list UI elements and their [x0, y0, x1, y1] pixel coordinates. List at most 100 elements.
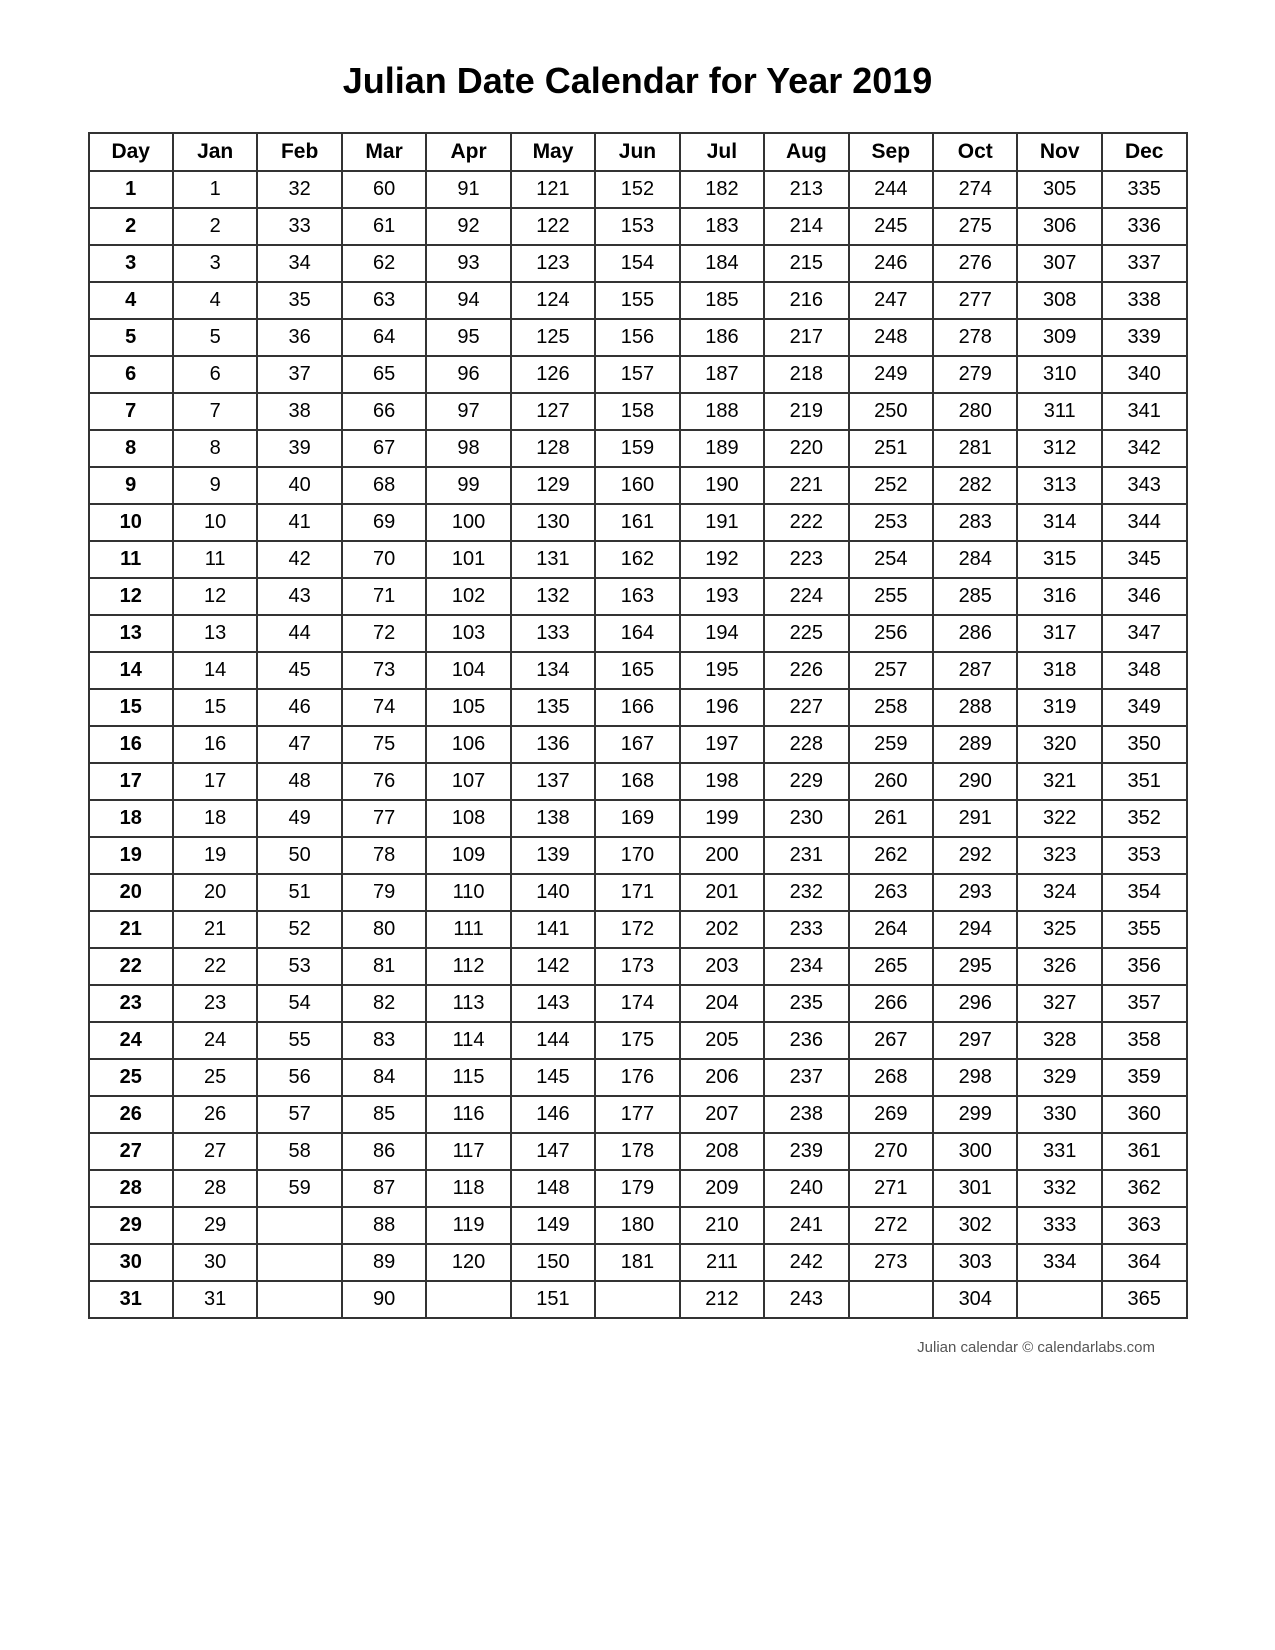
cell-feb: 59	[257, 1170, 341, 1207]
cell-sep	[849, 1281, 933, 1318]
cell-feb	[257, 1207, 341, 1244]
cell-jul: 197	[680, 726, 764, 763]
cell-jul: 196	[680, 689, 764, 726]
cell-feb	[257, 1244, 341, 1281]
table-row: 313190151212243304365	[89, 1281, 1187, 1318]
table-row: 24245583114144175205236267297328358	[89, 1022, 1187, 1059]
cell-aug: 224	[764, 578, 848, 615]
cell-oct: 280	[933, 393, 1017, 430]
cell-jun: 160	[595, 467, 679, 504]
cell-aug: 230	[764, 800, 848, 837]
table-row: 12124371102132163193224255285316346	[89, 578, 1187, 615]
cell-oct: 281	[933, 430, 1017, 467]
cell-nov: 323	[1017, 837, 1101, 874]
cell-jul: 183	[680, 208, 764, 245]
cell-mar: 62	[342, 245, 426, 282]
cell-dec: 359	[1102, 1059, 1187, 1096]
cell-dec: 346	[1102, 578, 1187, 615]
cell-jan: 23	[173, 985, 257, 1022]
cell-feb: 57	[257, 1096, 341, 1133]
table-row: 19195078109139170200231262292323353	[89, 837, 1187, 874]
cell-oct: 284	[933, 541, 1017, 578]
table-row: 292988119149180210241272302333363	[89, 1207, 1187, 1244]
column-header-sep: Sep	[849, 133, 933, 171]
cell-oct: 300	[933, 1133, 1017, 1170]
cell-jun: 153	[595, 208, 679, 245]
cell-feb: 36	[257, 319, 341, 356]
cell-sep: 268	[849, 1059, 933, 1096]
cell-mar: 75	[342, 726, 426, 763]
cell-jul: 205	[680, 1022, 764, 1059]
cell-nov: 333	[1017, 1207, 1101, 1244]
cell-oct: 278	[933, 319, 1017, 356]
cell-day: 19	[89, 837, 173, 874]
table-row: 22336192122153183214245275306336	[89, 208, 1187, 245]
cell-may: 134	[511, 652, 595, 689]
cell-apr: 104	[426, 652, 510, 689]
cell-sep: 255	[849, 578, 933, 615]
cell-jan: 30	[173, 1244, 257, 1281]
cell-may: 151	[511, 1281, 595, 1318]
cell-sep: 246	[849, 245, 933, 282]
cell-jul: 202	[680, 911, 764, 948]
cell-oct: 290	[933, 763, 1017, 800]
cell-oct: 289	[933, 726, 1017, 763]
cell-mar: 88	[342, 1207, 426, 1244]
cell-nov: 331	[1017, 1133, 1101, 1170]
cell-aug: 220	[764, 430, 848, 467]
cell-nov: 327	[1017, 985, 1101, 1022]
cell-aug: 217	[764, 319, 848, 356]
cell-day: 7	[89, 393, 173, 430]
cell-may: 125	[511, 319, 595, 356]
cell-may: 129	[511, 467, 595, 504]
cell-may: 128	[511, 430, 595, 467]
table-row: 44356394124155185216247277308338	[89, 282, 1187, 319]
cell-jan: 3	[173, 245, 257, 282]
cell-mar: 65	[342, 356, 426, 393]
cell-jul: 201	[680, 874, 764, 911]
footer-text: Julian calendar © calendarlabs.com	[917, 1339, 1235, 1356]
cell-nov: 310	[1017, 356, 1101, 393]
cell-jan: 20	[173, 874, 257, 911]
cell-jun: 174	[595, 985, 679, 1022]
cell-mar: 78	[342, 837, 426, 874]
cell-jun: 154	[595, 245, 679, 282]
cell-mar: 81	[342, 948, 426, 985]
cell-apr: 101	[426, 541, 510, 578]
cell-jun: 178	[595, 1133, 679, 1170]
cell-apr: 109	[426, 837, 510, 874]
cell-mar: 66	[342, 393, 426, 430]
cell-mar: 70	[342, 541, 426, 578]
cell-dec: 360	[1102, 1096, 1187, 1133]
column-header-feb: Feb	[257, 133, 341, 171]
cell-jun: 155	[595, 282, 679, 319]
cell-day: 17	[89, 763, 173, 800]
cell-mar: 63	[342, 282, 426, 319]
cell-feb: 47	[257, 726, 341, 763]
cell-apr: 111	[426, 911, 510, 948]
column-header-jun: Jun	[595, 133, 679, 171]
table-row: 303089120150181211242273303334364	[89, 1244, 1187, 1281]
cell-day: 3	[89, 245, 173, 282]
cell-dec: 350	[1102, 726, 1187, 763]
cell-day: 22	[89, 948, 173, 985]
cell-jul: 200	[680, 837, 764, 874]
cell-day: 29	[89, 1207, 173, 1244]
cell-aug: 243	[764, 1281, 848, 1318]
cell-may: 144	[511, 1022, 595, 1059]
cell-sep: 267	[849, 1022, 933, 1059]
cell-mar: 68	[342, 467, 426, 504]
cell-feb: 49	[257, 800, 341, 837]
cell-mar: 87	[342, 1170, 426, 1207]
column-header-apr: Apr	[426, 133, 510, 171]
column-header-aug: Aug	[764, 133, 848, 171]
cell-sep: 249	[849, 356, 933, 393]
cell-apr: 117	[426, 1133, 510, 1170]
cell-jan: 18	[173, 800, 257, 837]
cell-mar: 73	[342, 652, 426, 689]
cell-oct: 275	[933, 208, 1017, 245]
cell-feb: 50	[257, 837, 341, 874]
cell-aug: 225	[764, 615, 848, 652]
cell-day: 14	[89, 652, 173, 689]
cell-mar: 74	[342, 689, 426, 726]
